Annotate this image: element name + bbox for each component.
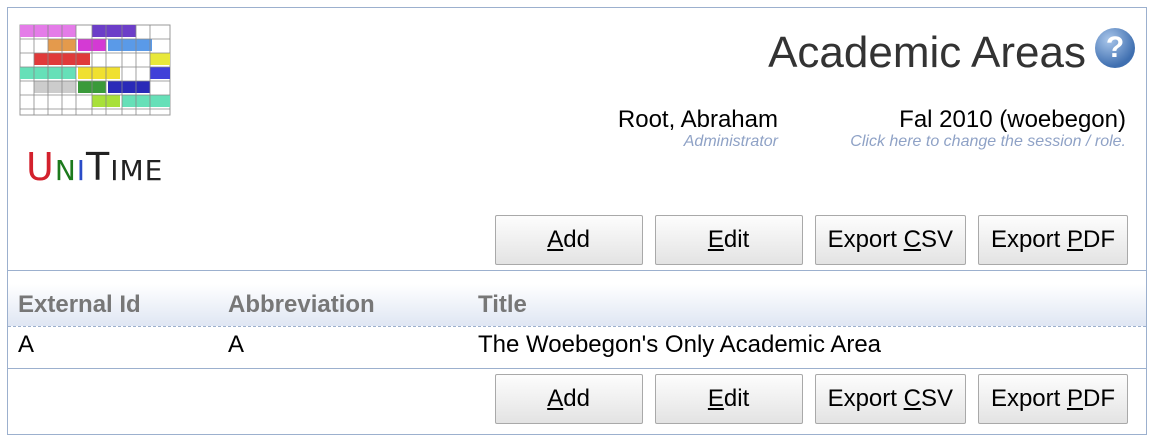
page-frame: UNITIME Academic Areas ? Root, Abraham A… — [7, 7, 1147, 435]
cell-title: The Woebegon's Only Academic Area — [478, 331, 882, 358]
export-pdf-button[interactable]: Export PDF — [977, 215, 1128, 265]
header-divider — [8, 270, 1146, 271]
user-name: Root, Abraham — [617, 106, 778, 133]
session-name: Fal 2010 (woebegon) — [899, 106, 1126, 133]
export-csv-button[interactable]: Export CSV — [814, 215, 966, 265]
logo-wordmark: UNITIME — [26, 145, 164, 189]
user-info[interactable]: Root, Abraham Administrator — [598, 106, 778, 151]
unitime-logo[interactable]: UNITIME — [18, 23, 178, 189]
add-button[interactable]: Add — [494, 374, 643, 424]
column-header-external-id[interactable]: External Id — [18, 291, 141, 319]
edit-button[interactable]: Edit — [654, 374, 803, 424]
session-change-hint[interactable]: Click here to change the session / role. — [786, 133, 1126, 151]
column-header-abbreviation[interactable]: Abbreviation — [228, 291, 375, 319]
export-csv-button[interactable]: Export CSV — [814, 374, 966, 424]
column-header-title[interactable]: Title — [478, 291, 527, 319]
table-header: External Id Abbreviation Title — [8, 284, 1146, 327]
question-mark-icon[interactable]: ? — [1095, 28, 1135, 68]
add-button[interactable]: Add — [494, 215, 643, 265]
page-title: Academic Areas — [768, 28, 1086, 77]
logo-grid-graphic — [19, 24, 171, 116]
cell-abbreviation: A — [228, 331, 245, 358]
table-divider — [8, 368, 1146, 369]
top-button-bar: Add Edit Export CSV Export PDF — [494, 215, 1128, 265]
export-pdf-button[interactable]: Export PDF — [977, 374, 1128, 424]
user-role: Administrator — [683, 133, 778, 150]
cell-external-id: A — [18, 331, 35, 358]
edit-button[interactable]: Edit — [654, 215, 803, 265]
bottom-button-bar: Add Edit Export CSV Export PDF — [494, 374, 1128, 424]
session-info[interactable]: Fal 2010 (woebegon) Click here to change… — [786, 106, 1126, 151]
